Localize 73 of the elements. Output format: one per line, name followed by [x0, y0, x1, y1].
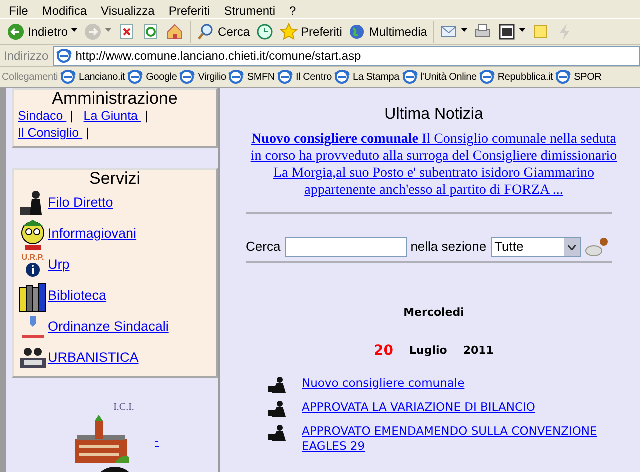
favorite-link[interactable]: La Stampa [334, 69, 400, 85]
separator: | [144, 109, 150, 123]
favorite-link[interactable]: Repubblica.it [478, 69, 554, 85]
favorite-link[interactable]: Il Centro [276, 69, 332, 85]
search-field[interactable] [284, 237, 407, 257]
admin-link[interactable]: La Giunta [84, 109, 142, 123]
note-icon [532, 22, 550, 40]
refresh-icon [142, 22, 160, 40]
service-link[interactable]: Filo Diretto [48, 193, 114, 214]
info-icon [25, 262, 41, 278]
section-label: nella sezione [410, 238, 487, 256]
menu-item[interactable]: File [2, 0, 36, 18]
admin-link[interactable]: Il Consiglio [18, 126, 83, 140]
caret-icon [519, 28, 526, 32]
favorite-link[interactable]: Google [127, 69, 178, 85]
service-link[interactable]: Informagiovani [48, 224, 137, 245]
urp-label: U.R.P. [22, 253, 44, 262]
panel-title: Amministrazione [51, 90, 179, 108]
menu-item[interactable]: Strumenti [217, 0, 283, 18]
favorite-link[interactable]: SPOR [555, 69, 602, 85]
menu-item[interactable]: Visualizza [94, 0, 162, 18]
favorite-link[interactable]: Virgilio [179, 69, 226, 85]
address-label: Indirizzo [4, 48, 49, 64]
service-link[interactable]: URBANISTICA [48, 348, 139, 369]
section-dropdown[interactable]: Tutte [490, 237, 581, 257]
person-at-desk-icon [268, 400, 288, 418]
toolbar-button[interactable]: Indietro [4, 20, 82, 44]
ici-link[interactable]: - [155, 432, 159, 450]
clock-icon [256, 22, 274, 40]
admin-link[interactable]: Sindaco [18, 109, 67, 123]
globe-icon [348, 22, 366, 40]
document-icon [498, 22, 516, 40]
links-label: Collegamenti [2, 70, 58, 84]
printer-icon [474, 22, 492, 40]
year-label: 2011 [463, 342, 494, 359]
panel-title: Servizi [88, 170, 142, 188]
separator: | [69, 109, 74, 123]
caret-icon [105, 28, 112, 32]
caret-icon [568, 244, 576, 250]
service-link[interactable]: Ordinanze Sindacali [48, 317, 169, 338]
search-label: Cerca [246, 238, 281, 256]
menu-item[interactable]: ? [282, 0, 304, 18]
caret-icon [71, 28, 78, 32]
books-icon [18, 282, 48, 312]
menu-item[interactable]: Modifica [35, 0, 94, 18]
separator: | [85, 126, 90, 140]
service-link[interactable]: Urp [48, 255, 70, 276]
star-icon [280, 22, 298, 40]
toolbar-button[interactable]: Cerca [194, 20, 254, 44]
caret-icon [461, 28, 468, 32]
toolbar-button[interactable]: Multimedia [345, 20, 430, 44]
news-link[interactable]: Nuovo consigliere comunale [302, 376, 465, 390]
search-icon [197, 22, 216, 40]
news-link[interactable]: APPROVATO EMENDAMENDO SULLA CONVENZIONE EAGLES 29 [302, 424, 622, 454]
favorite-link[interactable]: SMFN [228, 69, 275, 85]
month-label: Luglio [410, 342, 448, 359]
person-at-desk-icon [268, 424, 288, 442]
news-link[interactable]: APPROVATA LA VARIAZIONE DI BILANCIO [302, 400, 536, 414]
home-icon [166, 22, 184, 40]
toolbar-button[interactable]: Preferiti [277, 20, 346, 44]
person-at-desk-icon [268, 376, 288, 394]
news-link[interactable]: Nuovo consigliere comunale Il Consiglio comunale nella seduta in corso ha provveduto alla surroga del Consigliere dimissionario La Morgia,al suo Posto e' subentrato isidoro Giammarino appartenente anch'esso al partito di FORZA ... [246, 131, 622, 199]
day-number: 20 [374, 342, 394, 360]
service-link[interactable]: Biblioteca [48, 286, 107, 307]
section-title: Ultima Notizia [384, 105, 484, 125]
favorite-link[interactable]: Lanciano.it [60, 69, 126, 85]
stop-icon [118, 22, 136, 40]
menu-item[interactable]: Preferiti [162, 0, 218, 18]
address-field[interactable]: http://www.comune.lanciano.chieti.it/comune/start.asp [52, 46, 640, 66]
favorite-link[interactable]: l'Unità Online [402, 69, 477, 85]
weekday-label: Mercoledi [402, 305, 466, 321]
search-go-icon[interactable] [584, 237, 609, 257]
ici-label: I.C.I. [114, 401, 134, 415]
